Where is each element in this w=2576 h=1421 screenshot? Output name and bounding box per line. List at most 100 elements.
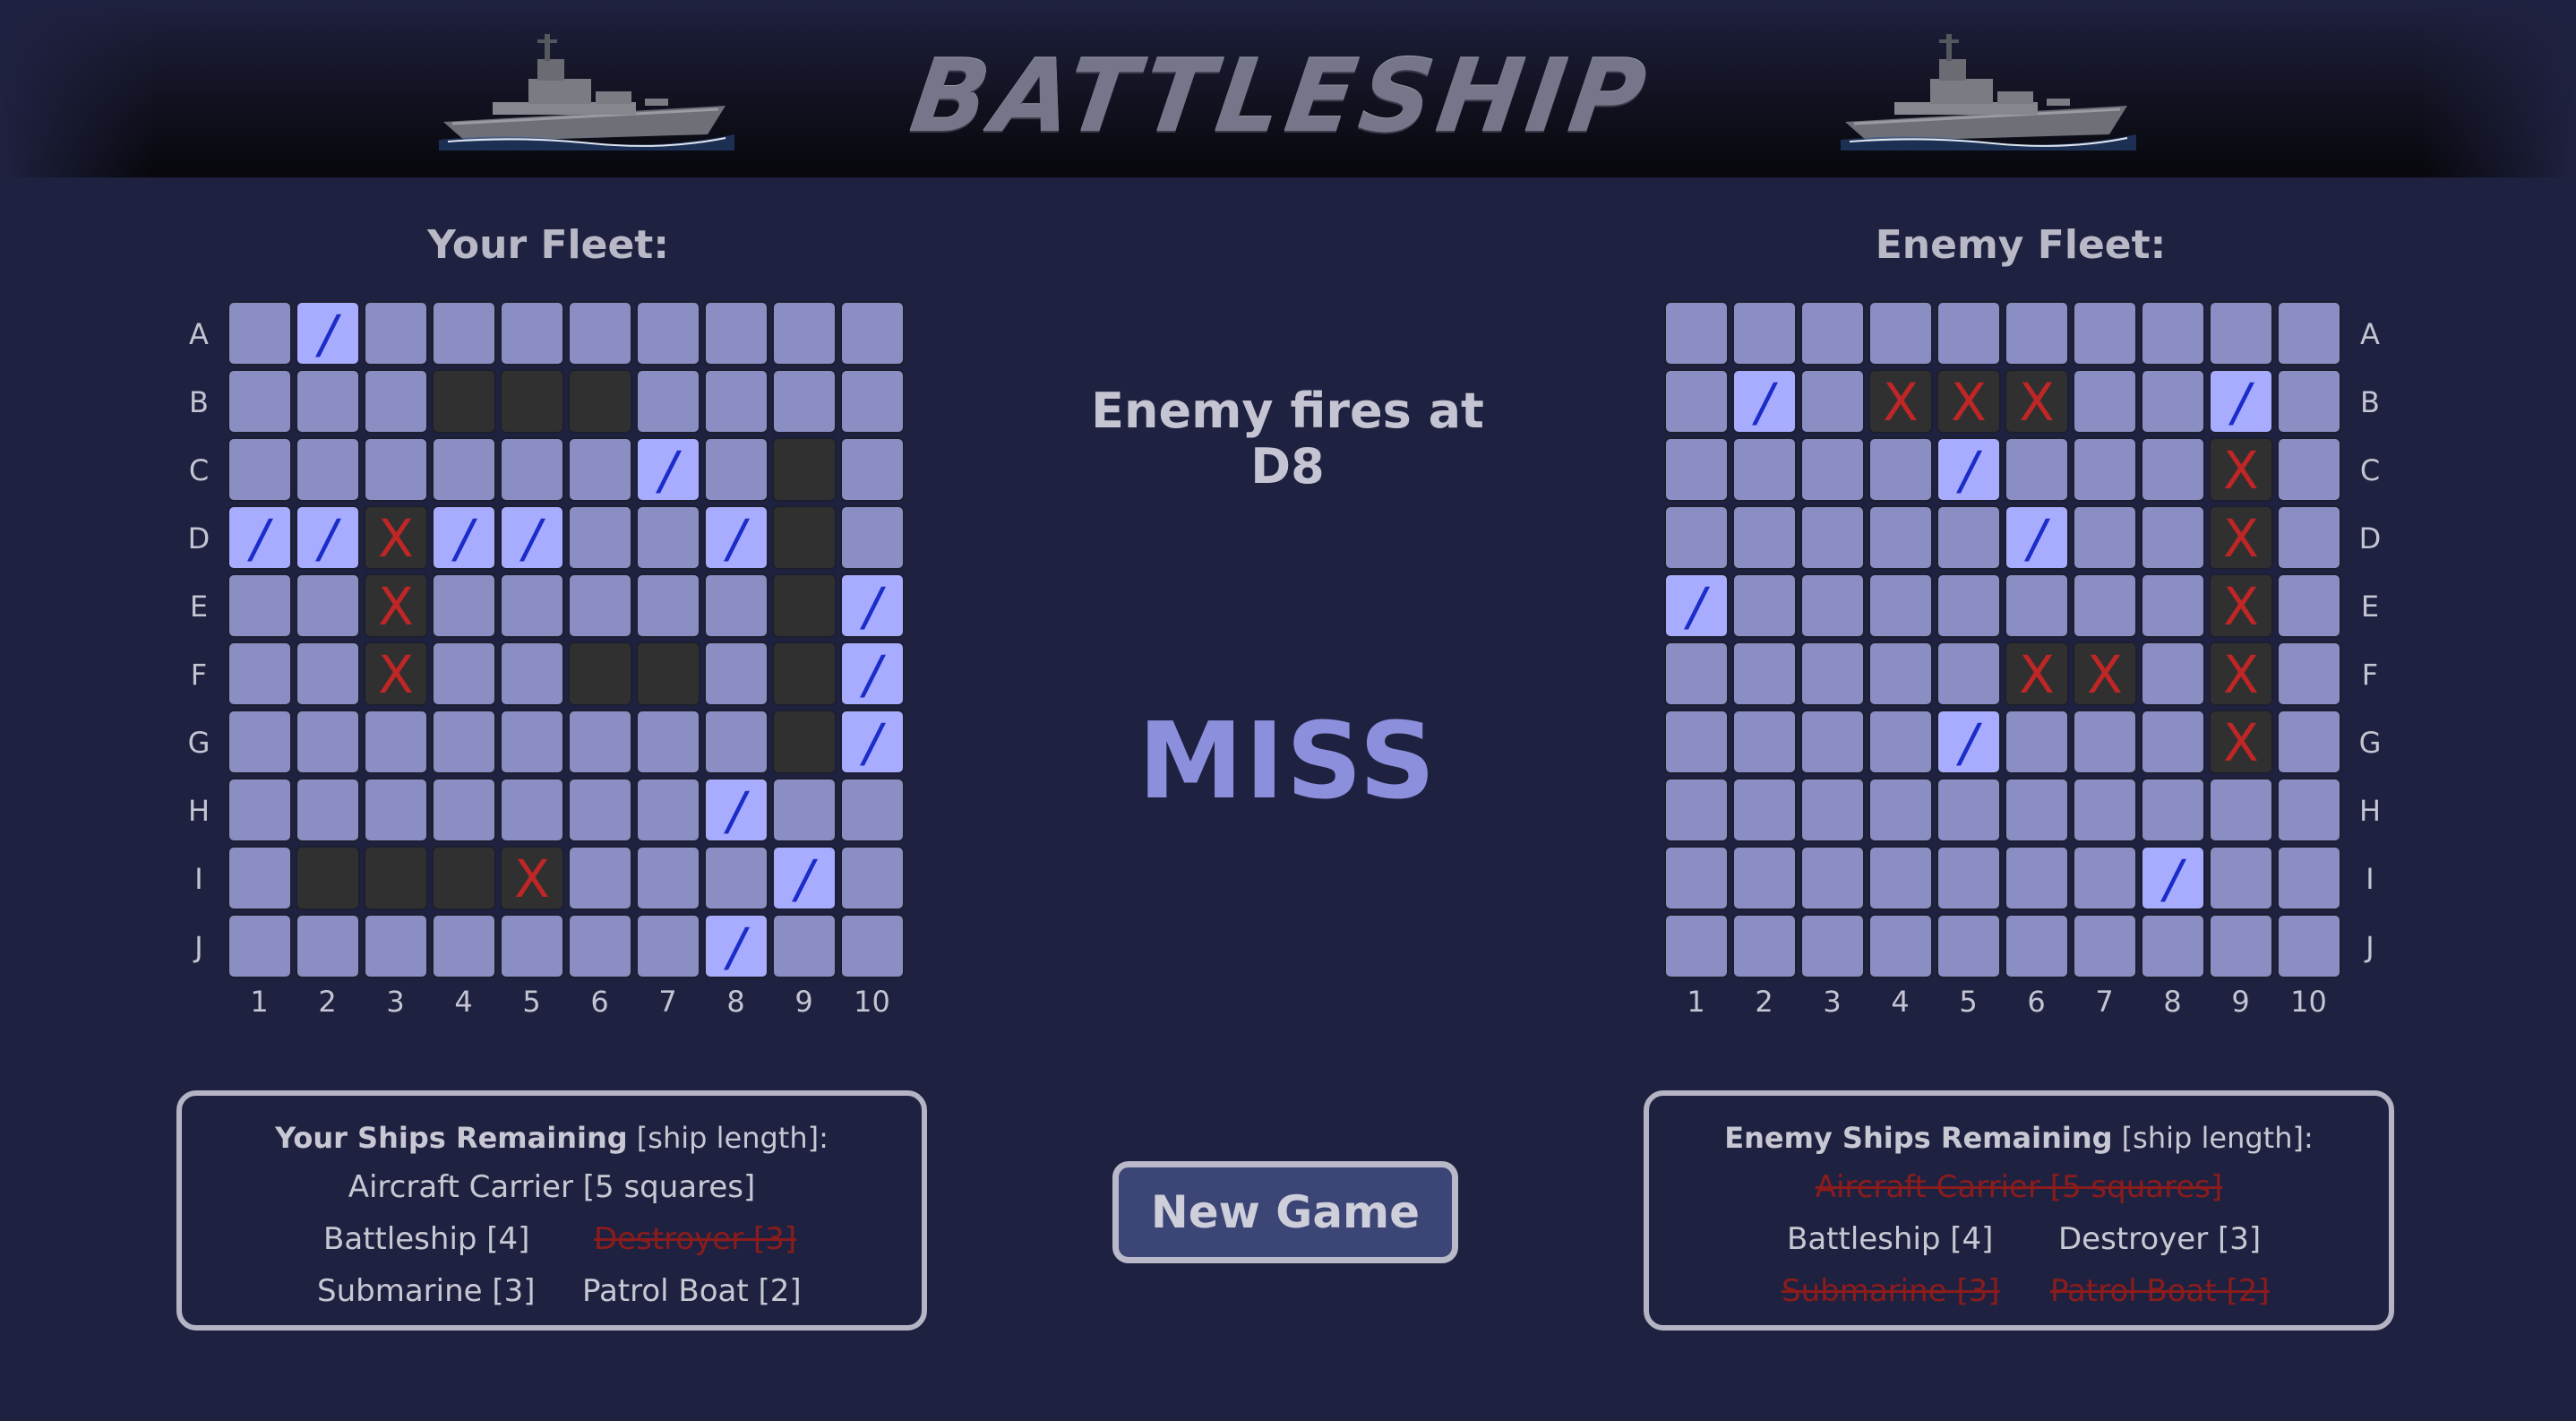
your-fleet-cell-a5[interactable]	[500, 301, 564, 366]
your-fleet-cell-c3[interactable]	[364, 437, 428, 502]
enemy-fleet-cell-d7[interactable]	[2073, 505, 2137, 570]
your-fleet-cell-j4[interactable]	[432, 914, 496, 978]
your-fleet-cell-d6[interactable]	[568, 505, 632, 570]
your-fleet-cell-b3[interactable]	[364, 369, 428, 434]
enemy-fleet-cell-e2[interactable]	[1732, 573, 1797, 638]
your-fleet-cell-a8[interactable]	[704, 301, 769, 366]
your-fleet-cell-e10[interactable]: /	[840, 573, 905, 638]
enemy-fleet-cell-a2[interactable]	[1732, 301, 1797, 366]
your-fleet-cell-e4[interactable]	[432, 573, 496, 638]
your-fleet-cell-h8[interactable]: /	[704, 778, 769, 842]
enemy-fleet-cell-g8[interactable]	[2141, 710, 2205, 774]
enemy-fleet-cell-d1[interactable]	[1664, 505, 1729, 570]
enemy-fleet-cell-b6[interactable]: X	[2005, 369, 2069, 434]
your-fleet-cell-h10[interactable]	[840, 778, 905, 842]
enemy-fleet-cell-g2[interactable]	[1732, 710, 1797, 774]
your-fleet-cell-a1[interactable]	[228, 301, 292, 366]
enemy-fleet-cell-f10[interactable]	[2277, 642, 2341, 706]
enemy-fleet-cell-e1[interactable]: /	[1664, 573, 1729, 638]
your-fleet-cell-b1[interactable]	[228, 369, 292, 434]
enemy-fleet-cell-d9[interactable]: X	[2209, 505, 2273, 570]
your-fleet-cell-g9[interactable]	[772, 710, 837, 774]
enemy-fleet-cell-a8[interactable]	[2141, 301, 2205, 366]
enemy-fleet-cell-e5[interactable]	[1936, 573, 2001, 638]
enemy-fleet-cell-a10[interactable]	[2277, 301, 2341, 366]
enemy-fleet-cell-b5[interactable]: X	[1936, 369, 2001, 434]
your-fleet-cell-f4[interactable]	[432, 642, 496, 706]
your-fleet-cell-f8[interactable]	[704, 642, 769, 706]
your-fleet-cell-e2[interactable]	[296, 573, 360, 638]
your-fleet-cell-d3[interactable]: X	[364, 505, 428, 570]
enemy-fleet-cell-f5[interactable]	[1936, 642, 2001, 706]
enemy-fleet-cell-f8[interactable]	[2141, 642, 2205, 706]
enemy-fleet-cell-b3[interactable]	[1800, 369, 1865, 434]
enemy-fleet-cell-i5[interactable]	[1936, 846, 2001, 910]
your-fleet-cell-g2[interactable]	[296, 710, 360, 774]
enemy-fleet-cell-e7[interactable]	[2073, 573, 2137, 638]
enemy-fleet-cell-d10[interactable]	[2277, 505, 2341, 570]
enemy-fleet-cell-i7[interactable]	[2073, 846, 2137, 910]
enemy-fleet-cell-c4[interactable]	[1868, 437, 1933, 502]
enemy-fleet-cell-b2[interactable]: /	[1732, 369, 1797, 434]
your-fleet-cell-f3[interactable]: X	[364, 642, 428, 706]
your-fleet-cell-e6[interactable]	[568, 573, 632, 638]
your-fleet-cell-f1[interactable]	[228, 642, 292, 706]
enemy-fleet-cell-i3[interactable]	[1800, 846, 1865, 910]
enemy-fleet-cell-c7[interactable]	[2073, 437, 2137, 502]
your-fleet-cell-e9[interactable]	[772, 573, 837, 638]
enemy-fleet-cell-j5[interactable]	[1936, 914, 2001, 978]
your-fleet-cell-e1[interactable]	[228, 573, 292, 638]
your-fleet-cell-b6[interactable]	[568, 369, 632, 434]
enemy-fleet-cell-f3[interactable]	[1800, 642, 1865, 706]
your-fleet-cell-d9[interactable]	[772, 505, 837, 570]
your-fleet-cell-j8[interactable]: /	[704, 914, 769, 978]
your-fleet-cell-h2[interactable]	[296, 778, 360, 842]
your-fleet-cell-a9[interactable]	[772, 301, 837, 366]
your-fleet-cell-h5[interactable]	[500, 778, 564, 842]
enemy-fleet-cell-h4[interactable]	[1868, 778, 1933, 842]
enemy-fleet-cell-d3[interactable]	[1800, 505, 1865, 570]
your-fleet-cell-g4[interactable]	[432, 710, 496, 774]
your-fleet-cell-h4[interactable]	[432, 778, 496, 842]
your-fleet-cell-j5[interactable]	[500, 914, 564, 978]
your-fleet-cell-g5[interactable]	[500, 710, 564, 774]
your-fleet-cell-b10[interactable]	[840, 369, 905, 434]
your-fleet-cell-c10[interactable]	[840, 437, 905, 502]
enemy-fleet-cell-d6[interactable]: /	[2005, 505, 2069, 570]
enemy-fleet-cell-f2[interactable]	[1732, 642, 1797, 706]
your-fleet-cell-i10[interactable]	[840, 846, 905, 910]
enemy-fleet-cell-b9[interactable]: /	[2209, 369, 2273, 434]
your-fleet-cell-j7[interactable]	[636, 914, 700, 978]
your-fleet-cell-i1[interactable]	[228, 846, 292, 910]
enemy-fleet-cell-f9[interactable]: X	[2209, 642, 2273, 706]
your-fleet-cell-i5[interactable]: X	[500, 846, 564, 910]
enemy-fleet-cell-c1[interactable]	[1664, 437, 1729, 502]
enemy-fleet-cell-d8[interactable]	[2141, 505, 2205, 570]
enemy-fleet-cell-g4[interactable]	[1868, 710, 1933, 774]
enemy-fleet-cell-a1[interactable]	[1664, 301, 1729, 366]
enemy-fleet-cell-d2[interactable]	[1732, 505, 1797, 570]
enemy-fleet-cell-g6[interactable]	[2005, 710, 2069, 774]
enemy-fleet-cell-e9[interactable]: X	[2209, 573, 2273, 638]
your-fleet-cell-a2[interactable]: /	[296, 301, 360, 366]
your-fleet-cell-f6[interactable]	[568, 642, 632, 706]
enemy-fleet-cell-j2[interactable]	[1732, 914, 1797, 978]
your-fleet-cell-i6[interactable]	[568, 846, 632, 910]
enemy-fleet-cell-h2[interactable]	[1732, 778, 1797, 842]
your-fleet-cell-a3[interactable]	[364, 301, 428, 366]
enemy-fleet-cell-f6[interactable]: X	[2005, 642, 2069, 706]
enemy-fleet-cell-h6[interactable]	[2005, 778, 2069, 842]
enemy-fleet-cell-i8[interactable]: /	[2141, 846, 2205, 910]
your-fleet-cell-e7[interactable]	[636, 573, 700, 638]
enemy-fleet-cell-g5[interactable]: /	[1936, 710, 2001, 774]
your-fleet-cell-h3[interactable]	[364, 778, 428, 842]
enemy-fleet-cell-i4[interactable]	[1868, 846, 1933, 910]
enemy-fleet-cell-i2[interactable]	[1732, 846, 1797, 910]
your-fleet-cell-j3[interactable]	[364, 914, 428, 978]
enemy-fleet-cell-f1[interactable]	[1664, 642, 1729, 706]
enemy-fleet-cell-c9[interactable]: X	[2209, 437, 2273, 502]
enemy-fleet-cell-c6[interactable]	[2005, 437, 2069, 502]
your-fleet-cell-a10[interactable]	[840, 301, 905, 366]
enemy-fleet-cell-j8[interactable]	[2141, 914, 2205, 978]
enemy-fleet-cell-j7[interactable]	[2073, 914, 2137, 978]
